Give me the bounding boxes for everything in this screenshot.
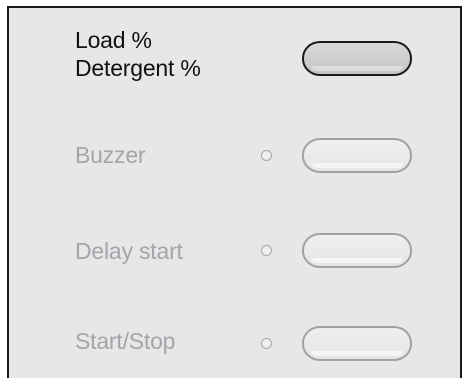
- start-stop-button[interactable]: [302, 326, 412, 361]
- detergent-percent-label: Detergent %: [75, 55, 201, 81]
- delay-start-button[interactable]: [302, 233, 412, 268]
- delay-start-label: Delay start: [75, 238, 183, 264]
- load-percent-label: Load %: [75, 27, 152, 53]
- buzzer-indicator-led-icon: [261, 150, 272, 161]
- start-stop-indicator-led-icon: [261, 338, 272, 349]
- delay-start-indicator-led-icon: [261, 245, 272, 256]
- buzzer-label: Buzzer: [75, 142, 146, 168]
- start-stop-label: Start/Stop: [75, 328, 176, 354]
- load-detergent-button[interactable]: [302, 41, 412, 76]
- control-panel: Load % Detergent % Buzzer Delay start St…: [7, 6, 462, 378]
- load-detergent-label: Load % Detergent %: [75, 26, 201, 82]
- buzzer-button[interactable]: [302, 138, 412, 173]
